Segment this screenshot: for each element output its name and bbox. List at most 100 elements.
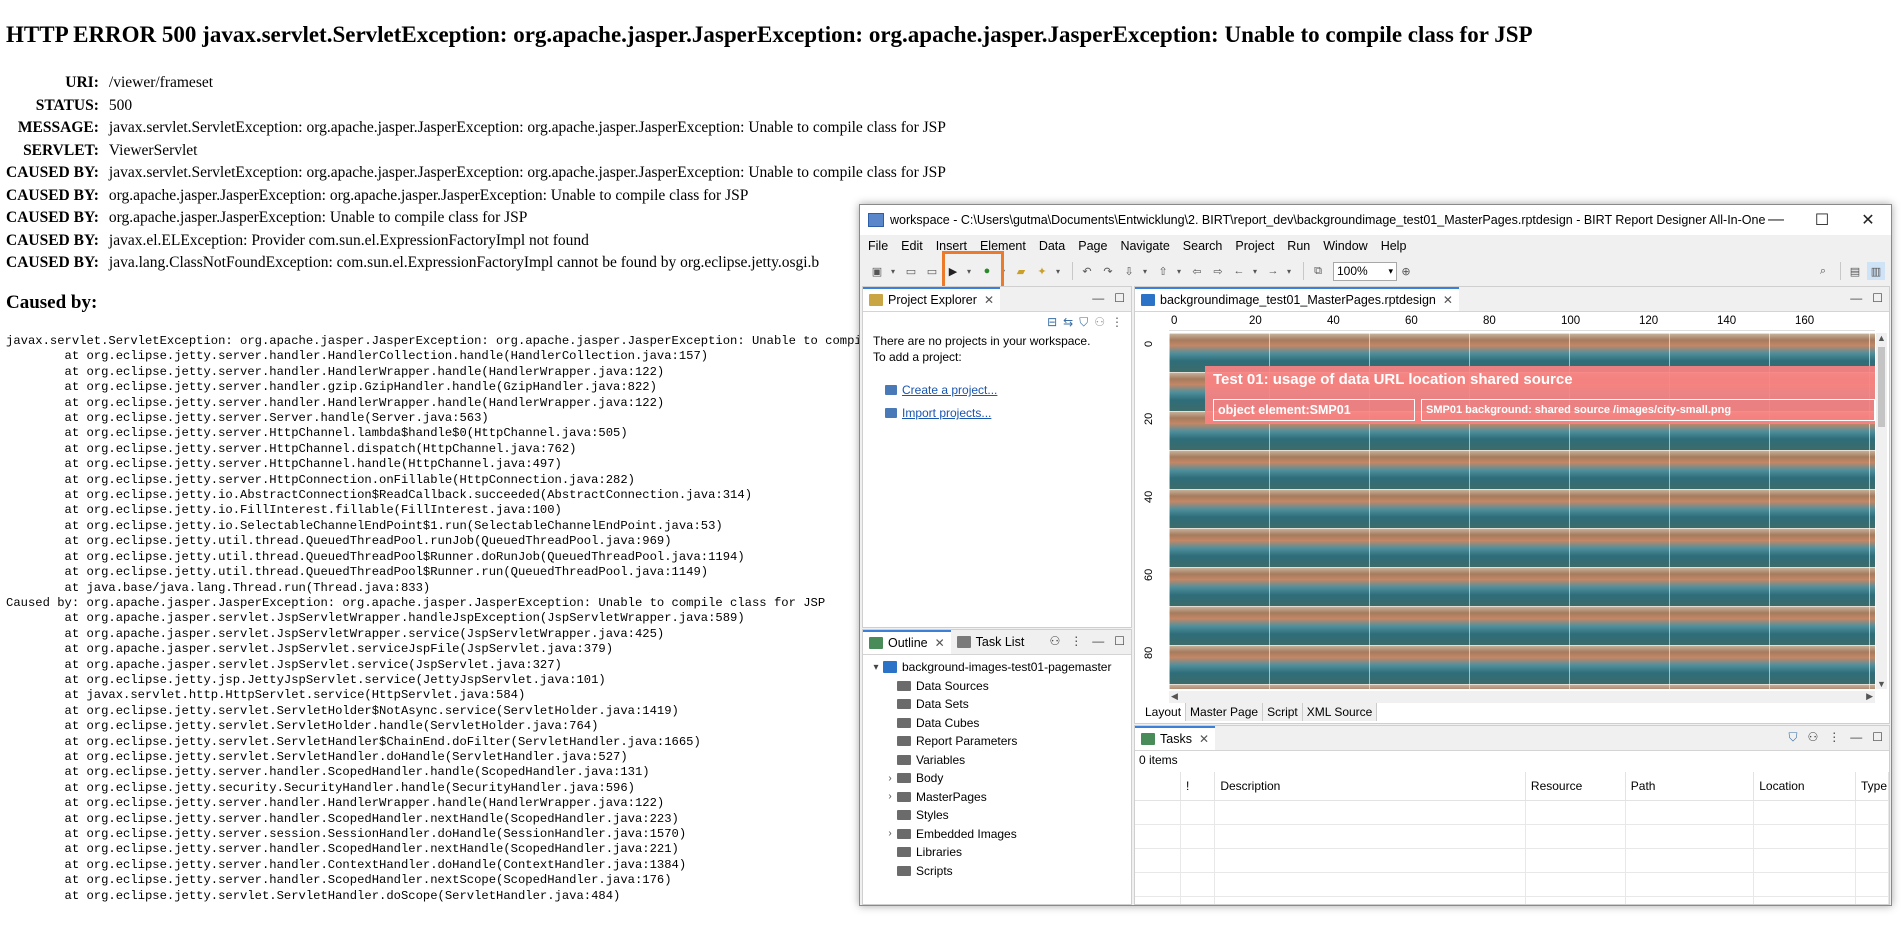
tree-item[interactable]: Libraries bbox=[869, 843, 1111, 862]
menu-item[interactable]: Edit bbox=[901, 239, 923, 253]
create-project-link[interactable]: Create a project... bbox=[885, 383, 997, 397]
column-header[interactable]: Location bbox=[1753, 772, 1856, 801]
chevron-right-icon[interactable]: ▶ bbox=[1866, 691, 1873, 702]
column-header[interactable]: Resource bbox=[1525, 772, 1626, 801]
editor-page-tab[interactable]: Layout bbox=[1141, 703, 1187, 721]
object-element-cell[interactable]: object element:SMP01 bbox=[1213, 399, 1415, 421]
forward-dropdown-icon[interactable]: ▾ bbox=[1285, 262, 1293, 280]
undo-icon[interactable]: ↶ bbox=[1078, 262, 1096, 280]
tab-tasks[interactable]: Tasks ✕ bbox=[1135, 726, 1216, 750]
import-projects-link[interactable]: Import projects... bbox=[885, 406, 991, 420]
tab-outline[interactable]: Outline ✕ bbox=[863, 630, 951, 654]
editor-page-tab[interactable]: Script bbox=[1263, 703, 1303, 721]
close-icon[interactable]: ✕ bbox=[935, 636, 945, 650]
menu-item[interactable]: Run bbox=[1287, 239, 1310, 253]
filter-icon[interactable]: ⛉ bbox=[1079, 315, 1088, 330]
tree-item[interactable]: Data Sources bbox=[869, 677, 1111, 696]
view-menu-icon[interactable]: ⋮ bbox=[1111, 315, 1123, 330]
close-button[interactable]: ✕ bbox=[1845, 205, 1891, 235]
menu-item[interactable]: Page bbox=[1078, 239, 1107, 253]
tree-item[interactable]: Variables bbox=[869, 751, 1111, 770]
column-header[interactable]: Description bbox=[1214, 772, 1526, 801]
scroll-thumb[interactable] bbox=[1878, 347, 1885, 427]
link-editor-icon[interactable]: ⇆ bbox=[1063, 315, 1073, 330]
editor-page-tab[interactable]: XML Source bbox=[1302, 703, 1378, 721]
tree-item[interactable]: Scripts bbox=[869, 862, 1111, 881]
menu-item[interactable]: Data bbox=[1039, 239, 1065, 253]
zoom-select[interactable]: 100% ▾ bbox=[1333, 261, 1397, 281]
maximize-icon[interactable]: ☐ bbox=[1872, 291, 1883, 305]
minimize-icon[interactable]: — bbox=[1092, 634, 1104, 648]
tree-item[interactable]: Data Cubes bbox=[869, 714, 1111, 733]
tree-item[interactable]: › Body bbox=[869, 769, 1111, 788]
pin-icon[interactable]: ⇧ bbox=[1154, 262, 1172, 280]
new-window-icon[interactable]: ⧉ bbox=[1309, 262, 1327, 280]
maximize-icon[interactable]: ☐ bbox=[1114, 291, 1125, 305]
tree-item[interactable]: › MasterPages bbox=[869, 788, 1111, 807]
view-menu-icon[interactable]: ⋮ bbox=[1828, 730, 1840, 745]
minimize-icon[interactable]: — bbox=[1850, 291, 1862, 305]
horizontal-scrollbar[interactable]: ◀ ▶ bbox=[1169, 691, 1875, 703]
new-dropdown-icon[interactable]: ▾ bbox=[889, 262, 897, 280]
search-icon[interactable]: ⌕ bbox=[1814, 262, 1832, 280]
prev-edit-icon[interactable]: ⇦ bbox=[1188, 262, 1206, 280]
wand-dropdown-icon[interactable]: ▾ bbox=[1054, 262, 1062, 280]
tab-task-list[interactable]: Task List bbox=[951, 630, 1031, 654]
next-edit-icon[interactable]: ⇨ bbox=[1209, 262, 1227, 280]
column-header[interactable]: Type bbox=[1855, 772, 1889, 801]
menu-item[interactable]: Help bbox=[1381, 239, 1407, 253]
report-title-label[interactable]: Test 01: usage of data URL location shar… bbox=[1205, 366, 1875, 394]
menu-item[interactable]: Project bbox=[1235, 239, 1274, 253]
minimize-icon[interactable]: — bbox=[1850, 730, 1862, 745]
tab-project-explorer[interactable]: Project Explorer ✕ bbox=[863, 287, 1000, 311]
tree-item[interactable]: Report Parameters bbox=[869, 732, 1111, 751]
chevron-down-icon[interactable]: ▼ bbox=[1876, 679, 1887, 689]
forward-icon[interactable]: → bbox=[1264, 262, 1282, 280]
tab-report-design[interactable]: backgroundimage_test01_MasterPages.rptde… bbox=[1135, 287, 1459, 311]
view-menu-icon[interactable]: ⋮ bbox=[1070, 634, 1082, 648]
tree-root[interactable]: ▾ background-images-test01-pagemaster bbox=[869, 658, 1111, 677]
minimize-icon[interactable]: — bbox=[1092, 291, 1104, 305]
chevron-up-icon[interactable]: ▲ bbox=[1876, 333, 1887, 343]
close-icon[interactable]: ✕ bbox=[984, 293, 994, 307]
annotation-dropdown-icon[interactable]: ▾ bbox=[1141, 262, 1149, 280]
maximize-button[interactable]: ☐ bbox=[1799, 205, 1845, 235]
save-all-icon[interactable]: ▭ bbox=[923, 262, 941, 280]
chevron-down-icon[interactable]: ▾ bbox=[869, 662, 883, 673]
wand-icon[interactable]: ✦ bbox=[1033, 262, 1051, 280]
menu-item[interactable]: Navigate bbox=[1120, 239, 1169, 253]
filter-icon[interactable]: ⚇ bbox=[1049, 634, 1060, 648]
editor-page-tab[interactable]: Master Page bbox=[1186, 703, 1264, 721]
menu-item[interactable]: Search bbox=[1183, 239, 1223, 253]
filter-icon[interactable]: ⛉ bbox=[1788, 730, 1797, 745]
minimize-button[interactable]: — bbox=[1753, 205, 1799, 235]
fit-icon[interactable]: ⊕ bbox=[1397, 262, 1415, 280]
focus-icon[interactable]: ⚇ bbox=[1807, 730, 1818, 745]
redo-icon[interactable]: ↷ bbox=[1099, 262, 1117, 280]
tree-item[interactable]: Data Sets bbox=[869, 695, 1111, 714]
tree-item[interactable]: Styles bbox=[869, 806, 1111, 825]
open-perspective-icon[interactable]: ▤ bbox=[1846, 262, 1864, 280]
maximize-icon[interactable]: ☐ bbox=[1872, 730, 1883, 745]
new-icon[interactable]: ▣ bbox=[868, 262, 886, 280]
column-header[interactable]: ! bbox=[1180, 772, 1216, 801]
maximize-icon[interactable]: ☐ bbox=[1114, 634, 1125, 648]
chevron-right-icon[interactable]: › bbox=[883, 828, 897, 839]
chevron-left-icon[interactable]: ◀ bbox=[1171, 691, 1178, 702]
report-canvas[interactable]: Test 01: usage of data URL location shar… bbox=[1169, 333, 1875, 689]
annotation-icon[interactable]: ⇩ bbox=[1120, 262, 1138, 280]
open-file-icon[interactable]: ▰ bbox=[1012, 262, 1030, 280]
vertical-scrollbar[interactable]: ▲ ▼ bbox=[1876, 333, 1887, 689]
column-header[interactable]: Path bbox=[1625, 772, 1755, 801]
chevron-right-icon[interactable]: › bbox=[883, 773, 897, 784]
collapse-all-icon[interactable]: ⊟ bbox=[1047, 315, 1057, 330]
save-icon[interactable]: ▭ bbox=[902, 262, 920, 280]
menu-item[interactable]: Window bbox=[1323, 239, 1367, 253]
close-icon[interactable]: ✕ bbox=[1199, 732, 1209, 746]
close-icon[interactable]: ✕ bbox=[1443, 293, 1453, 307]
chevron-right-icon[interactable]: › bbox=[883, 791, 897, 802]
background-info-cell[interactable]: SMP01 background: shared source /images/… bbox=[1421, 399, 1875, 421]
pin-dropdown-icon[interactable]: ▾ bbox=[1175, 262, 1183, 280]
menu-item[interactable]: File bbox=[868, 239, 888, 253]
back-dropdown-icon[interactable]: ▾ bbox=[1251, 262, 1259, 280]
